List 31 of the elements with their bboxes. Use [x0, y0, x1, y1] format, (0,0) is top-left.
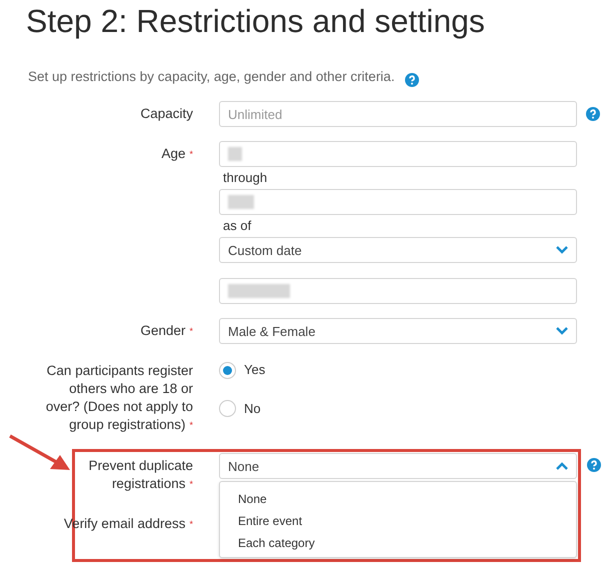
blurred-value: [228, 147, 242, 162]
duplicate-select[interactable]: None: [219, 453, 577, 480]
as-of-label: as of: [222, 217, 252, 236]
field-label: Capacity: [140, 105, 193, 124]
page-title: Step 2: Restrictions and settings: [25, 2, 486, 41]
dropdown-option[interactable]: Entire event: [220, 510, 576, 532]
capacity-field[interactable]: Unlimited: [219, 101, 577, 128]
radio-option[interactable]: No: [219, 398, 577, 418]
field-label: Age *: [161, 145, 193, 164]
blurred-value: [228, 195, 254, 210]
help-icon[interactable]: [586, 107, 600, 122]
chevron-down-icon: [556, 246, 568, 254]
radio-option[interactable]: Yes: [219, 360, 577, 380]
as-of-select[interactable]: Custom date: [219, 237, 577, 264]
gender-select[interactable]: Male & Female: [219, 318, 577, 344]
blurred-value: [228, 284, 290, 298]
date-field[interactable]: [219, 278, 577, 304]
arrow-icon: [8, 433, 72, 473]
chevron-down-icon: [556, 327, 568, 336]
field-label: Gender *: [140, 322, 193, 340]
dropdown-option[interactable]: None: [220, 488, 576, 510]
field-label: Prevent duplicate registrations *: [88, 457, 193, 494]
field-label: Can participants register others who are 18 or over? (Does not apply to group registrations) *: [44, 362, 193, 434]
max-age-field[interactable]: [219, 189, 577, 216]
intro-text: Set up restrictions by capacity, age, gender and other criteria.: [28, 68, 395, 86]
help-icon[interactable]: [587, 458, 601, 472]
min-age-field[interactable]: [219, 141, 577, 168]
help-icon[interactable]: [404, 73, 419, 88]
dropdown-option[interactable]: Each category: [220, 532, 576, 554]
chevron-up-icon: [556, 462, 568, 470]
through-label: through: [222, 169, 268, 188]
